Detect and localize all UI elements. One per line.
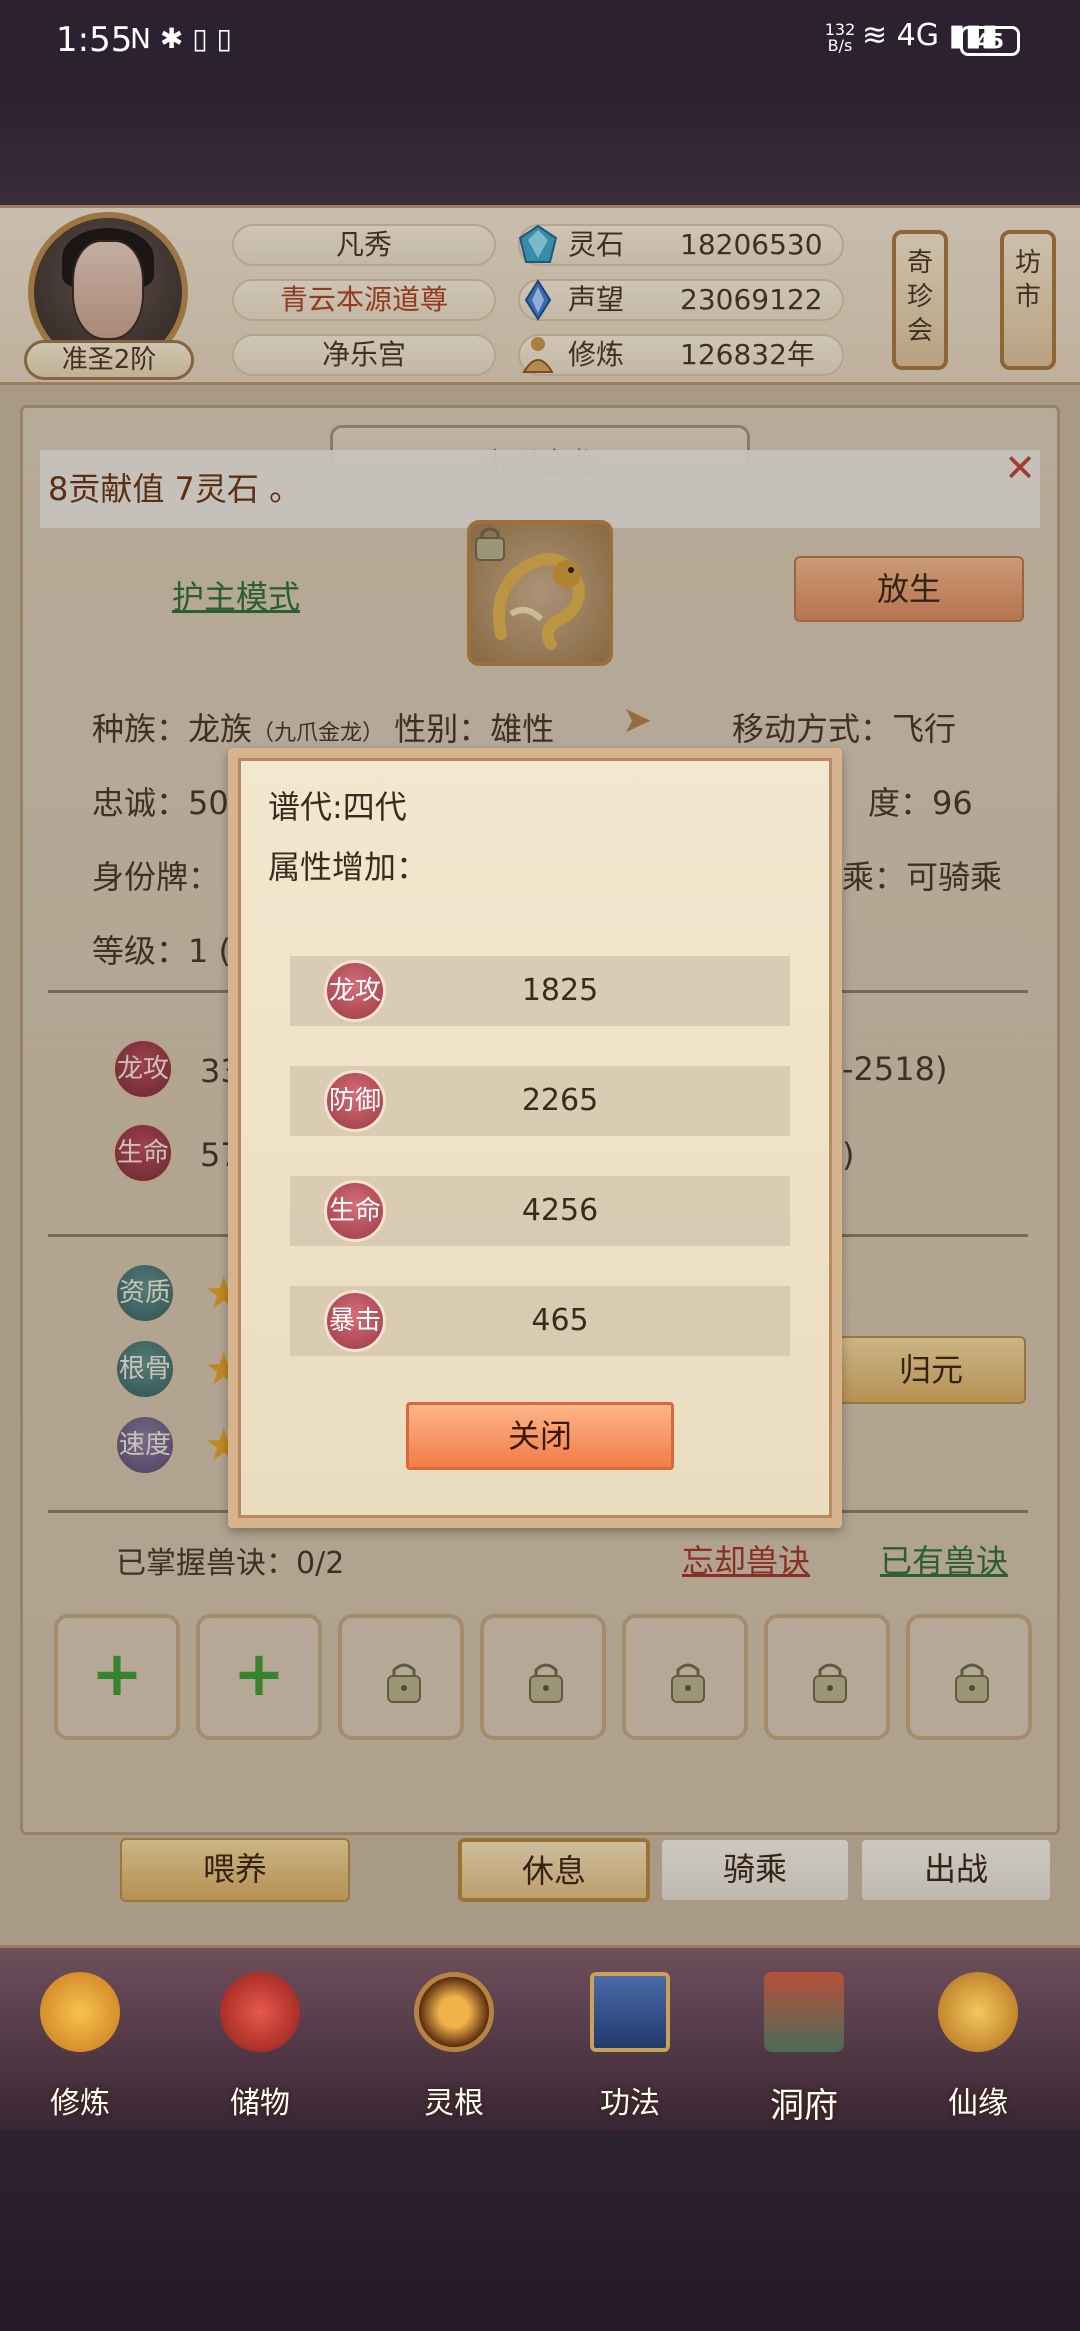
status-time: 1:55 xyxy=(56,20,133,60)
bonus-heading: 属性增加： xyxy=(268,848,429,886)
crit-badge: 暴击 xyxy=(324,1290,386,1352)
nav-label: 灵根 xyxy=(424,2086,484,2121)
nav-spirit-root[interactable]: 灵根 xyxy=(384,1960,524,2130)
spirit-root-icon xyxy=(414,1972,494,2052)
nav-fortune[interactable]: 仙缘 xyxy=(908,1960,1048,2130)
network-speed: 132 B/s xyxy=(820,22,860,54)
storage-bag-icon xyxy=(220,1972,300,2052)
nav-label: 功法 xyxy=(600,2086,660,2121)
bonus-row-crit: 暴击 465 xyxy=(290,1286,790,1356)
nav-label: 仙缘 xyxy=(948,2086,1008,2121)
bonus-value: 2265 xyxy=(521,1083,599,1118)
close-button[interactable]: 关闭 xyxy=(406,1402,674,1470)
nav-label: 修炼 xyxy=(50,2086,110,2121)
nav-cave[interactable]: 洞府 xyxy=(734,1960,874,2130)
bonus-value: 465 xyxy=(531,1303,589,1338)
cultivate-icon xyxy=(40,1972,120,2052)
bonus-row-attack: 龙攻 1825 xyxy=(290,956,790,1026)
fortune-gourd-icon xyxy=(938,1972,1018,2052)
generation-text: 谱代:四代 xyxy=(268,788,407,826)
bonus-value: 1825 xyxy=(521,973,599,1008)
nav-technique[interactable]: 功法 xyxy=(560,1960,700,2130)
bottom-backdrop xyxy=(0,2130,1080,2331)
cave-mansion-icon xyxy=(764,1972,844,2052)
life-badge: 生命 xyxy=(324,1180,386,1242)
bonus-row-defense: 防御 2265 xyxy=(290,1066,790,1136)
battery-icon: 45 xyxy=(960,26,1020,56)
nav-storage[interactable]: 储物 xyxy=(190,1960,330,2130)
attack-badge: 龙攻 xyxy=(324,960,386,1022)
defense-badge: 防御 xyxy=(324,1070,386,1132)
bonus-row-life: 生命 4256 xyxy=(290,1176,790,1246)
top-backdrop xyxy=(0,90,1080,205)
nav-label: 储物 xyxy=(230,2086,290,2121)
status-notification-icons: N ✱ ▯ ▯ xyxy=(130,22,232,55)
bonus-value: 4256 xyxy=(521,1193,599,1228)
nav-cultivate[interactable]: 修炼 xyxy=(10,1960,150,2130)
network-speed-unit: B/s xyxy=(827,36,853,55)
nav-label: 洞府 xyxy=(770,2086,838,2126)
technique-book-icon xyxy=(590,1972,670,2052)
